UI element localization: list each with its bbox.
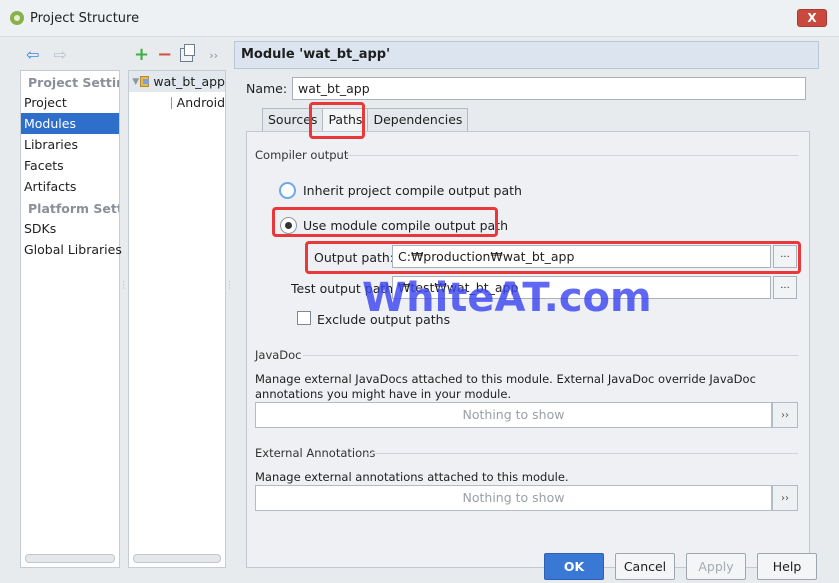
tree-item-label: wat_bt_app: [153, 74, 225, 89]
sidebar-item-artifacts[interactable]: Artifacts: [21, 176, 119, 197]
sidebar-item-facets[interactable]: Facets: [21, 155, 119, 176]
sidebar-item-global-libraries[interactable]: Global Libraries: [21, 239, 122, 260]
tab-paths[interactable]: Paths: [322, 108, 369, 132]
tree-toolbar: + − ››: [128, 43, 228, 67]
use-module-path-radio[interactable]: [280, 217, 297, 234]
annotations-title: External Annotations: [255, 446, 376, 460]
nav-toolbar: ⇦ ⇨: [20, 43, 120, 67]
annotations-expand-button[interactable]: ››: [772, 485, 798, 511]
tree-item-module[interactable]: ▼ wat_bt_app: [129, 71, 225, 92]
close-button[interactable]: X: [797, 9, 827, 27]
output-path-label: Output path:: [314, 250, 395, 265]
module-header: Module 'wat_bt_app': [234, 41, 819, 69]
javadoc-title: JavaDoc: [255, 348, 302, 362]
output-path-field[interactable]: C:₩production₩wat_bt_app: [392, 245, 771, 268]
tab-sources[interactable]: Sources: [262, 108, 324, 132]
javadoc-description: Manage external JavaDocs attached to thi…: [255, 372, 756, 401]
android-icon: [171, 96, 172, 109]
output-path-browse-button[interactable]: ...: [773, 245, 797, 268]
copy-icon[interactable]: [180, 44, 196, 62]
more-icon[interactable]: ››: [209, 49, 218, 62]
test-output-path-label: Test output path:: [291, 281, 398, 296]
test-output-path-browse-button[interactable]: ...: [773, 276, 797, 299]
back-arrow-icon[interactable]: ⇦: [26, 47, 39, 63]
annotations-list[interactable]: Nothing to show: [255, 485, 772, 511]
remove-icon[interactable]: −: [157, 46, 172, 64]
separator: [303, 355, 798, 356]
android-studio-icon: [10, 11, 24, 25]
tree-item-android[interactable]: Android: [129, 92, 225, 113]
horizontal-scrollbar[interactable]: [25, 554, 115, 563]
module-tree: ▼ wat_bt_app Android: [128, 70, 226, 568]
sidebar-item-project[interactable]: Project: [21, 92, 119, 113]
inherit-path-radio[interactable]: [279, 182, 296, 199]
settings-sidebar: Project Settings Project Modules Librari…: [20, 70, 122, 568]
name-label: Name:: [246, 81, 288, 96]
module-name-field[interactable]: wat_bt_app: [292, 77, 806, 100]
cancel-button[interactable]: Cancel: [615, 553, 675, 580]
sidebar-item-modules[interactable]: Modules: [21, 113, 119, 134]
help-button[interactable]: Help: [757, 553, 817, 580]
sidebar-item-libraries[interactable]: Libraries: [21, 134, 119, 155]
tab-dependencies[interactable]: Dependencies: [367, 108, 469, 132]
module-folder-icon: [140, 76, 150, 87]
module-tabs: Sources Paths Dependencies: [262, 108, 469, 132]
window-title: Project Structure: [30, 10, 140, 26]
project-settings-header: Project Settings: [28, 75, 119, 90]
dialog-body: ⇦ ⇨ Project Settings Project Modules Lib…: [0, 36, 839, 583]
ok-button[interactable]: OK: [544, 553, 604, 580]
title-bar: Project Structure X: [0, 0, 839, 36]
splitter-handle[interactable]: · · ·: [227, 279, 232, 295]
annotations-description: Manage external annotations attached to …: [255, 470, 569, 484]
add-icon[interactable]: +: [134, 46, 149, 64]
forward-arrow-icon[interactable]: ⇨: [53, 47, 66, 63]
horizontal-scrollbar[interactable]: [133, 554, 221, 563]
exclude-output-label: Exclude output paths: [317, 312, 451, 327]
exclude-output-checkbox[interactable]: [297, 311, 311, 325]
apply-button[interactable]: Apply: [686, 553, 746, 580]
splitter-handle[interactable]: · · ·: [121, 279, 126, 295]
tree-item-label: Android: [176, 95, 225, 110]
separator: [346, 155, 798, 156]
expand-arrow-icon[interactable]: ▼: [131, 77, 140, 87]
javadoc-list[interactable]: Nothing to show: [255, 402, 772, 428]
separator: [366, 453, 798, 454]
compiler-output-title: Compiler output: [255, 148, 349, 162]
use-module-path-label: Use module compile output path: [303, 218, 509, 233]
platform-settings-header: Platform Settings: [28, 201, 119, 216]
javadoc-expand-button[interactable]: ››: [772, 402, 798, 428]
sidebar-item-sdks[interactable]: SDKs: [21, 218, 119, 239]
inherit-path-label: Inherit project compile output path: [303, 183, 522, 198]
test-output-path-field[interactable]: ₩test₩wat_bt_app: [392, 276, 771, 299]
